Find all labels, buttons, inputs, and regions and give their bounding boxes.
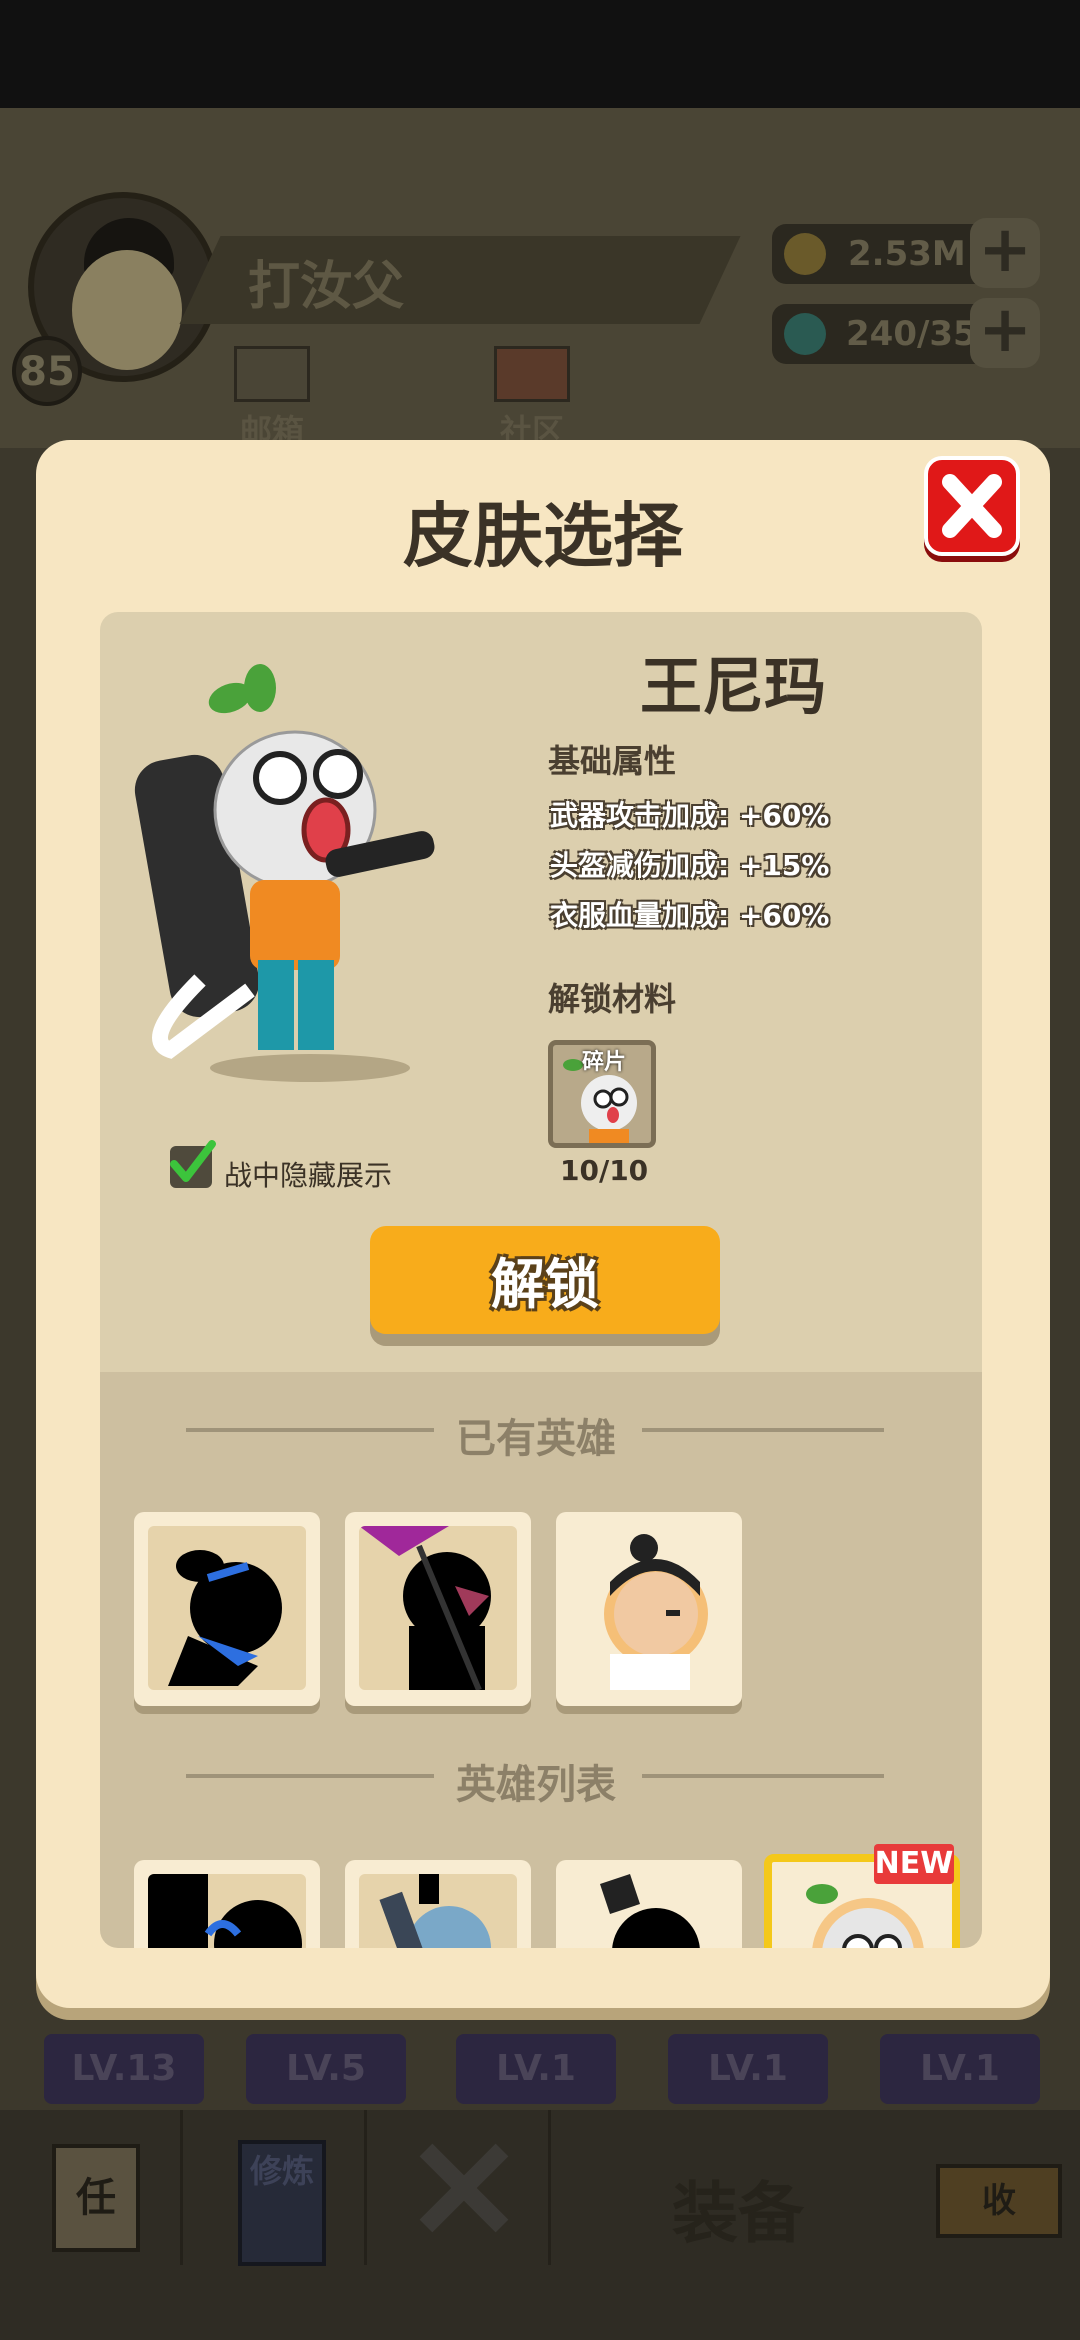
gem-icon [784,313,826,355]
community-button[interactable]: 社区 [482,346,582,452]
locked-hero-silhouette [359,1526,491,1690]
player-name: 打汝父 [248,257,405,317]
gold-coin-icon [784,233,826,275]
player-level-badge: 85 [12,336,82,406]
owned-heroes-title: 已有英雄 [456,1416,616,1462]
attributes-title: 基础属性 [548,742,677,780]
community-icon [494,346,570,402]
hero-portrait [604,1534,708,1690]
locked-hero-silhouette [379,1874,491,1948]
nav-equip-label[interactable]: 装备 [672,2160,804,2256]
locked-hero-silhouette [168,1550,282,1686]
hero-card[interactable] [134,1860,320,1948]
hero-skin-preview [130,660,460,1090]
level-tag: LV.1 [880,2034,1040,2104]
fragment-label: 碎片 [582,1050,627,1075]
hero-card[interactable] [556,1860,742,1948]
divider [186,1774,434,1778]
nav-collect-button[interactable]: 收 [920,2110,1080,2265]
nav-battle-button[interactable] [368,2110,551,2265]
gem-amount: 240/35 [846,314,977,354]
checkmark-icon [170,1140,216,1182]
attribute-line: 头盔减伤加成: +15% [550,849,830,882]
nav-practice-button[interactable]: 修炼 [184,2110,367,2266]
locked-hero-silhouette [600,1874,700,1948]
mail-icon [234,346,310,402]
nav-task-button[interactable]: 任 [0,2110,183,2265]
close-icon [942,474,1002,538]
mail-button[interactable]: 邮箱 [222,346,322,452]
dialog-title: 皮肤选择 [403,495,683,577]
hero-card[interactable] [345,1860,531,1948]
gold-amount: 2.53M [848,234,966,274]
practice-book-icon: 修炼 [238,2140,326,2266]
unlock-button-label: 解锁 [491,1253,599,1316]
level-tag: LV.13 [44,2034,204,2104]
attribute-line: 武器攻击加成: +60% [550,799,830,832]
hide-in-battle-checkbox[interactable] [170,1140,216,1188]
task-scroll-icon: 任 [52,2144,140,2252]
unlock-material-title: 解锁材料 [548,980,677,1018]
level-tag: LV.1 [456,2034,616,2104]
crossed-swords-icon [416,2140,512,2236]
hero-list-title: 英雄列表 [456,1762,616,1808]
status-bar [0,0,1080,108]
owned-hero-card[interactable] [345,1512,531,1706]
close-button[interactable] [924,456,1020,556]
fragment-count: 10/10 [560,1154,649,1187]
level-tag: LV.1 [668,2034,828,2104]
divider [642,1774,884,1778]
add-gold-button[interactable]: + [970,218,1040,288]
owned-hero-card[interactable] [556,1512,742,1706]
divider [186,1428,434,1432]
new-badge: NEW [874,1844,954,1884]
owned-hero-card[interactable] [134,1512,320,1706]
hide-in-battle-label: 战中隐藏展示 [224,1159,393,1192]
locked-hero-silhouette [148,1874,302,1948]
level-tag: LV.5 [246,2034,406,2104]
add-gem-button[interactable]: + [970,298,1040,368]
hero-name: 王尼玛 [640,650,827,723]
hero-list-row [100,1850,982,1948]
divider [642,1428,884,1432]
collect-chest-icon: 收 [936,2164,1062,2238]
attribute-line: 衣服血量加成: +60% [550,899,830,932]
